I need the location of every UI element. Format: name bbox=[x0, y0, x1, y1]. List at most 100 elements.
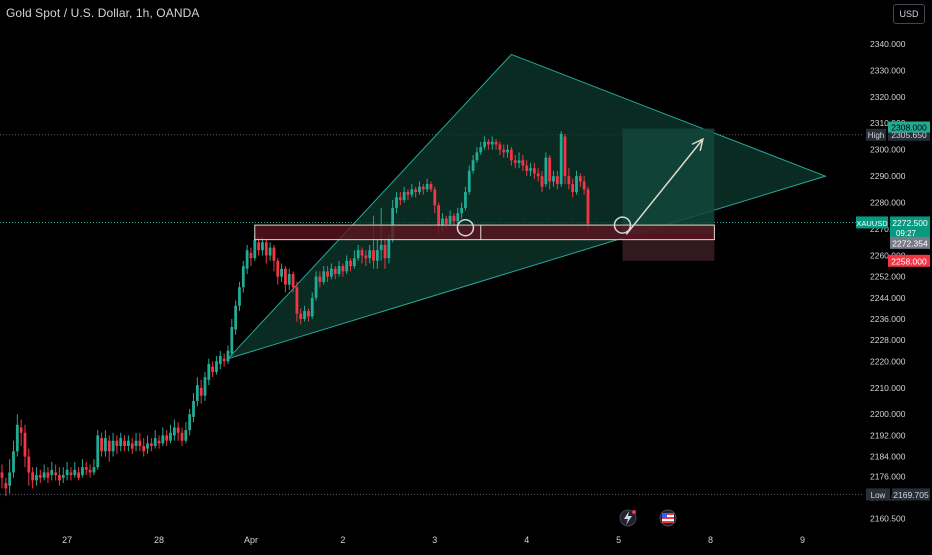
candle-body bbox=[517, 160, 521, 163]
candle-body bbox=[111, 440, 115, 452]
candle-body bbox=[172, 427, 176, 436]
candle-body bbox=[498, 144, 502, 150]
candle-body bbox=[429, 184, 433, 190]
candle-body bbox=[509, 149, 513, 161]
candle-body bbox=[333, 268, 337, 275]
candle-body bbox=[349, 260, 352, 267]
y-tick-label: 2290.000 bbox=[870, 171, 906, 181]
candle-body bbox=[264, 242, 268, 256]
stop-value: 2258.000 bbox=[891, 256, 927, 266]
candle-body bbox=[418, 186, 421, 193]
candle-body bbox=[27, 456, 31, 473]
candle-body bbox=[287, 274, 291, 285]
candle-body bbox=[360, 250, 364, 256]
candle-body bbox=[180, 432, 184, 441]
candle-body bbox=[475, 152, 479, 161]
candle-body bbox=[410, 189, 414, 195]
candle-body bbox=[299, 313, 303, 320]
candle-body bbox=[92, 467, 96, 473]
chart-stage: 2160.5002168.5002176.0002184.0002192.000… bbox=[0, 0, 932, 550]
x-tick-label: 5 bbox=[616, 535, 621, 545]
candle-body bbox=[529, 168, 532, 171]
candle-body bbox=[548, 157, 552, 182]
y-tick-label: 2192.000 bbox=[870, 430, 906, 440]
candle-body bbox=[471, 160, 475, 171]
candle-body bbox=[195, 385, 199, 402]
symbol-tag: XAUUSD bbox=[856, 219, 888, 228]
candle-body bbox=[494, 141, 498, 145]
candle-body bbox=[398, 197, 402, 200]
candle-body bbox=[169, 432, 172, 441]
last-price-value: 2272.500 bbox=[892, 218, 928, 228]
symmetrical-triangle[interactable] bbox=[226, 53, 827, 360]
candle-body bbox=[230, 326, 234, 354]
candle-body bbox=[329, 268, 333, 277]
candle-body bbox=[19, 427, 23, 433]
candle-body bbox=[326, 271, 329, 277]
flag-icon[interactable] bbox=[659, 509, 677, 527]
price-axis: 2160.5002168.5002176.0002184.0002192.000… bbox=[870, 39, 906, 524]
candle-body bbox=[138, 440, 142, 446]
candle-body bbox=[356, 250, 360, 259]
candle-body bbox=[521, 160, 525, 166]
y-tick-label: 2220.000 bbox=[870, 356, 906, 366]
candle-body bbox=[456, 213, 460, 222]
candle-body bbox=[544, 157, 548, 185]
support-zone[interactable] bbox=[254, 224, 715, 241]
candle-body bbox=[88, 469, 92, 473]
candle-body bbox=[295, 287, 299, 314]
x-tick-label: 9 bbox=[800, 535, 805, 545]
candle-body bbox=[153, 438, 157, 446]
candle-body bbox=[372, 250, 375, 261]
y-tick-label: 2200.000 bbox=[870, 409, 906, 419]
candle-body bbox=[536, 173, 540, 177]
candle-body bbox=[226, 350, 230, 362]
candle-body bbox=[563, 136, 567, 177]
lightning-icon[interactable] bbox=[619, 509, 637, 527]
y-tick-label: 2280.000 bbox=[870, 198, 906, 208]
candle-body bbox=[73, 469, 77, 476]
candle-body bbox=[245, 250, 249, 269]
candle-body bbox=[395, 197, 398, 208]
candle-body bbox=[107, 440, 111, 452]
candle-body bbox=[284, 268, 287, 285]
y-tick-label: 2236.000 bbox=[870, 314, 906, 324]
candle-body bbox=[303, 311, 306, 320]
candle-body bbox=[249, 252, 253, 259]
y-tick-label: 2330.000 bbox=[870, 65, 906, 75]
candle-body bbox=[421, 186, 425, 190]
candle-body bbox=[532, 168, 536, 174]
bar-countdown: 09:27 bbox=[896, 229, 917, 238]
candle-body bbox=[578, 176, 582, 182]
currency-button[interactable]: USD bbox=[893, 4, 925, 24]
y-tick-label: 2210.000 bbox=[870, 383, 906, 393]
candle-body bbox=[176, 427, 180, 433]
x-tick-label: 8 bbox=[708, 535, 713, 545]
candle-body bbox=[12, 451, 15, 473]
candle-body bbox=[81, 467, 84, 476]
candle-body bbox=[280, 268, 283, 277]
candle-body bbox=[218, 356, 222, 364]
candle-body bbox=[100, 438, 103, 452]
candle-body bbox=[257, 242, 261, 251]
candle-body bbox=[126, 440, 130, 446]
candle-body bbox=[134, 440, 138, 446]
candle-body bbox=[149, 443, 153, 446]
candle-body bbox=[272, 247, 276, 261]
candle-body bbox=[571, 184, 575, 193]
candle-body bbox=[525, 165, 529, 171]
candle-body bbox=[379, 244, 383, 251]
chart-title: Gold Spot / U.S. Dollar, 1h, OANDA bbox=[6, 6, 200, 20]
target-value: 2308.000 bbox=[891, 123, 927, 133]
candle-body bbox=[559, 133, 563, 185]
y-tick-label: 2228.000 bbox=[870, 335, 906, 345]
candle-body bbox=[146, 443, 149, 449]
candle-body bbox=[368, 250, 372, 259]
candle-body bbox=[448, 215, 452, 224]
candle-body bbox=[23, 432, 27, 457]
candle-body bbox=[38, 475, 42, 478]
candle-body bbox=[58, 475, 61, 481]
candle-body bbox=[276, 260, 280, 277]
candle-body bbox=[123, 440, 126, 446]
candle-body bbox=[241, 266, 245, 288]
